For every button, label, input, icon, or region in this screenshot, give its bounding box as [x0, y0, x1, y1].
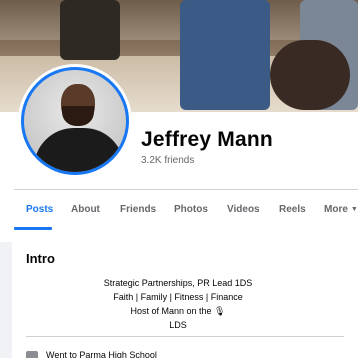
profile-avatar[interactable]	[18, 64, 132, 178]
intro-bio: Strategic Partnerships, PR Lead 1DS Fait…	[26, 276, 330, 332]
intro-divider	[26, 336, 344, 337]
tab-videos[interactable]: Videos	[227, 204, 260, 215]
tab-photos[interactable]: Photos	[174, 204, 208, 215]
tab-reels[interactable]: Reels	[279, 204, 306, 215]
school-icon	[26, 351, 38, 358]
tab-posts[interactable]: Posts	[26, 204, 53, 215]
avatar	[21, 67, 129, 175]
bio-line: LDS	[169, 320, 187, 330]
education-row: Went to Parma High School	[26, 350, 157, 358]
bio-line: Strategic Partnerships, PR Lead 1DS	[103, 278, 253, 288]
caret-down-icon: ▼	[350, 206, 358, 213]
cover-figure-center	[180, 0, 270, 110]
bio-line: Host of Mann on the 🎙	[130, 306, 226, 316]
profile-tabs: Posts About Friends Photos Videos Reels …	[0, 190, 358, 230]
cover-figure-left	[60, 0, 120, 60]
tab-more-label: More	[324, 204, 348, 215]
tab-more[interactable]: More ▼	[324, 204, 358, 215]
avatar-shirt	[34, 128, 124, 172]
profile-name: Jeffrey Mann	[141, 128, 273, 151]
avatar-beard	[62, 106, 94, 126]
education-text[interactable]: Went to Parma High School	[46, 350, 157, 358]
bio-line: Faith | Family | Fitness | Finance	[113, 292, 243, 302]
friends-count[interactable]: 3.2K friends	[141, 155, 194, 166]
active-tab-indicator	[14, 227, 52, 230]
cover-dog	[270, 40, 350, 110]
tab-friends[interactable]: Friends	[120, 204, 156, 215]
intro-card: Intro Strategic Partnerships, PR Lead 1D…	[12, 238, 358, 358]
intro-title: Intro	[26, 251, 55, 266]
tab-about[interactable]: About	[71, 204, 100, 215]
